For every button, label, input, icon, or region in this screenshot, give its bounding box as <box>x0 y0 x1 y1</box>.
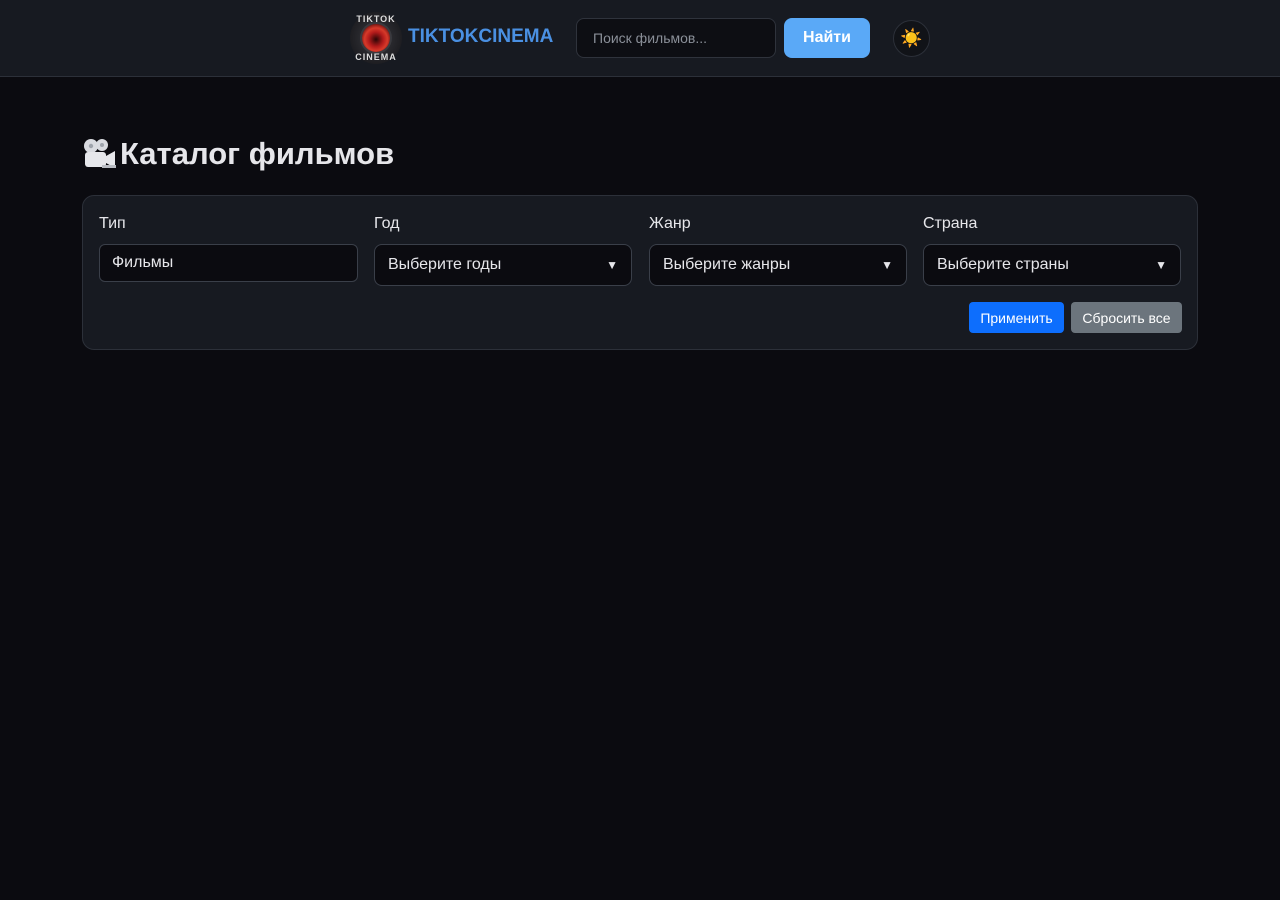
apply-filters-button[interactable]: Применить <box>969 302 1064 333</box>
search-button[interactable]: Найти <box>784 18 870 58</box>
genre-label: Жанр <box>649 215 691 232</box>
year-select-placeholder: Выберите годы <box>388 256 502 273</box>
country-label: Страна <box>923 215 978 232</box>
top-navbar: TIKTOK CINEMA TIKTOKCINEMA Найти ☀️ <box>0 0 1280 77</box>
year-select[interactable]: Выберите годы ▼ <box>374 244 632 286</box>
chevron-down-icon: ▼ <box>606 258 618 272</box>
theme-toggle-button[interactable]: ☀️ <box>893 20 930 57</box>
genre-select-placeholder: Выберите жанры <box>663 256 791 273</box>
chevron-down-icon: ▼ <box>881 258 893 272</box>
country-select-placeholder: Выберите страны <box>937 256 1069 273</box>
logo[interactable]: TIKTOK CINEMA <box>350 12 402 64</box>
sun-icon: ☀️ <box>900 28 923 48</box>
country-select[interactable]: Выберите страны ▼ <box>923 244 1181 286</box>
page-title: Каталог фильмов <box>120 136 395 171</box>
brand-name[interactable]: TIKTOKCINEMA <box>408 26 553 48</box>
genre-select[interactable]: Выберите жанры ▼ <box>649 244 907 286</box>
reset-filters-button[interactable]: Сбросить все <box>1071 302 1182 333</box>
filters-panel: Тип Год Выберите годы ▼ Жанр Выберите жа… <box>82 195 1198 350</box>
search-input[interactable] <box>576 18 776 58</box>
year-label: Год <box>374 215 400 232</box>
logo-text-bottom: CINEMA <box>355 52 397 62</box>
logo-text-top: TIKTOK <box>356 14 396 24</box>
logo-swirl-icon <box>362 24 390 52</box>
chevron-down-icon: ▼ <box>1155 258 1167 272</box>
type-label: Тип <box>99 215 126 232</box>
type-field[interactable] <box>99 244 358 282</box>
movie-camera-icon <box>84 139 116 168</box>
page-header: Каталог фильмов <box>82 134 394 174</box>
